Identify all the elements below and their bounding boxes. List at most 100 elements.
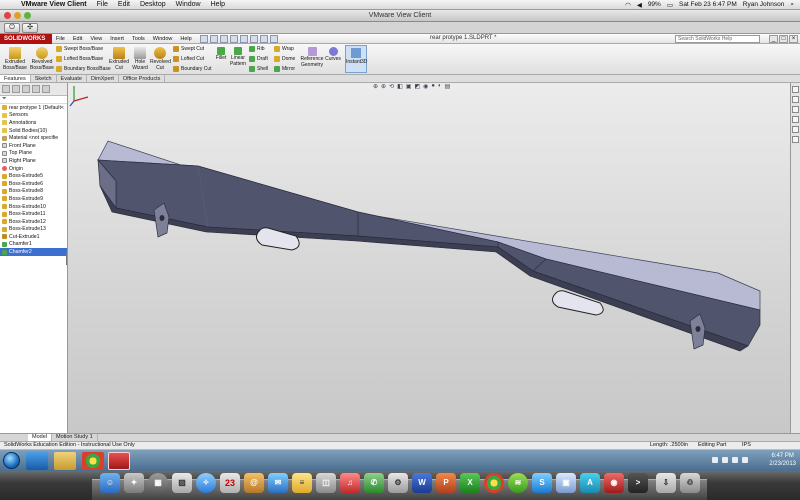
terminal-icon[interactable]: > (628, 473, 648, 493)
downloads-stack-icon[interactable]: ⇩ (656, 473, 676, 493)
tree-root[interactable]: rear protype 1 (Default< (0, 104, 67, 112)
tree-item[interactable]: Front Plane (0, 142, 67, 150)
calendar-icon[interactable]: 23 (220, 473, 240, 493)
revolved-boss-button[interactable]: Revolved Boss/Base (29, 47, 55, 71)
sw-restore-button[interactable]: □ (779, 35, 788, 43)
tree-item[interactable]: Boss-Extrude8 (0, 188, 67, 196)
tab-sketch[interactable]: Sketch (31, 75, 57, 82)
save-icon[interactable] (219, 34, 228, 43)
solidworks-logo[interactable]: SOLIDWORKS (0, 33, 52, 44)
mail-icon[interactable]: ✉ (268, 473, 288, 493)
configuration-manager-icon[interactable] (22, 85, 30, 93)
windows-clock[interactable]: 6:47 PM 2/23/2013 (769, 452, 796, 468)
windows-start-icon[interactable] (3, 452, 20, 469)
tree-item[interactable]: Annotations (0, 119, 67, 127)
options-icon[interactable] (269, 34, 278, 43)
tree-item[interactable]: Boss-Extrude6 (0, 180, 67, 188)
chrome-icon[interactable] (82, 452, 104, 470)
dome-button[interactable]: Dome (274, 56, 295, 62)
sw-close-button[interactable]: × (789, 35, 798, 43)
sw-menu-edit[interactable]: Edit (69, 36, 86, 42)
new-document-icon[interactable] (199, 34, 208, 43)
print-icon[interactable] (229, 34, 238, 43)
disconnect-button[interactable]: ⏻ (4, 23, 20, 33)
mac-menu-edit[interactable]: Edit (113, 1, 135, 8)
tree-item[interactable]: Cut-Extrude1 (0, 233, 67, 241)
tree-item[interactable]: Sensors (0, 112, 67, 120)
tree-item[interactable]: Solid Bodies(10) (0, 127, 67, 135)
photos-icon[interactable]: ◫ (316, 473, 336, 493)
lofted-boss-button[interactable]: Lofted Boss/Base (56, 56, 103, 62)
launchpad-icon[interactable]: ✦ (124, 473, 144, 493)
spotify-icon[interactable]: ≋ (508, 473, 528, 493)
feature-manager-icon[interactable] (2, 85, 10, 93)
tree-item[interactable]: Material <not specifie (0, 134, 67, 142)
file-explorer-taskbar-icon[interactable] (54, 452, 76, 470)
tree-item[interactable]: Top Plane (0, 150, 67, 158)
custom-properties-icon[interactable] (792, 136, 799, 143)
tree-filter-icon[interactable]: ⏷ (0, 96, 67, 104)
draft-button[interactable]: Draft (249, 56, 268, 62)
sw-resources-icon[interactable] (792, 86, 799, 93)
help-search-input[interactable]: Search SolidWorks Help (675, 35, 760, 43)
user-name[interactable]: Ryan Johnson (743, 1, 785, 8)
graphics-area[interactable]: ⊕ ⊕ ⟲ ◧ ▣ ◩ ◉ ● ◐ ▤ (68, 83, 790, 433)
tab-features[interactable]: Features (0, 75, 31, 82)
unit-system[interactable]: IPS (742, 442, 751, 449)
tab-dimxpert[interactable]: DimXpert (87, 75, 119, 82)
safari-icon[interactable]: ✧ (196, 473, 216, 493)
tree-item[interactable]: Boss-Extrude11 (0, 210, 67, 218)
wifi-icon[interactable]: ◠ (625, 1, 631, 9)
revolved-cut-button[interactable]: Revolved Cut (150, 47, 171, 71)
sw-menu-file[interactable]: File (52, 36, 69, 42)
boundary-cut-button[interactable]: Boundary Cut (173, 66, 212, 72)
undo-icon[interactable] (239, 34, 248, 43)
mission-control-icon[interactable]: ▦ (148, 473, 168, 493)
extruded-boss-button[interactable]: Extruded Boss/Base (2, 47, 28, 71)
facetime-icon[interactable]: ✆ (364, 473, 384, 493)
sw-menu-help[interactable]: Help (176, 36, 195, 42)
tree-item[interactable]: Right Plane (0, 157, 67, 165)
appearances-icon[interactable] (792, 126, 799, 133)
tab-evaluate[interactable]: Evaluate (57, 75, 87, 82)
app-store-icon[interactable]: A (580, 473, 600, 493)
rib-button[interactable]: Rib (249, 46, 265, 52)
itunes-icon[interactable]: ♫ (340, 473, 360, 493)
swept-boss-button[interactable]: Swept Boss/Base (56, 46, 103, 52)
word-icon[interactable]: W (412, 473, 432, 493)
boundary-boss-button[interactable]: Boundary Boss/Base (56, 66, 111, 72)
mac-menu-file[interactable]: File (92, 1, 113, 8)
clock[interactable]: Sat Feb 23 6:47 PM (679, 1, 737, 8)
instant3d-button[interactable]: Instant3D (345, 45, 367, 73)
mirror-button[interactable]: Mirror (274, 66, 295, 72)
volume-icon[interactable]: ◀ (637, 1, 642, 9)
select-icon[interactable] (249, 34, 258, 43)
open-document-icon[interactable] (209, 34, 218, 43)
design-library-icon[interactable] (792, 96, 799, 103)
messages-icon[interactable]: ◉ (604, 473, 624, 493)
sw-menu-tools[interactable]: Tools (128, 36, 149, 42)
view-palette-icon[interactable] (792, 116, 799, 123)
file-explorer-icon[interactable] (792, 106, 799, 113)
contacts-icon[interactable]: @ (244, 473, 264, 493)
tree-item[interactable]: Boss-Extrude10 (0, 203, 67, 211)
linear-pattern-button[interactable]: Linear Pattern (229, 47, 247, 67)
tray-flag-icon[interactable] (712, 457, 718, 463)
notes-icon[interactable]: ≡ (292, 473, 312, 493)
tree-item[interactable]: Boss-Extrude9 (0, 195, 67, 203)
property-manager-icon[interactable] (12, 85, 20, 93)
preview-icon[interactable]: ▨ (172, 473, 192, 493)
tree-item[interactable]: Boss-Extrude12 (0, 218, 67, 226)
tree-item[interactable]: Boss-Extrude5 (0, 172, 67, 180)
tree-item[interactable]: Origin (0, 165, 67, 173)
vmware-view-icon[interactable]: ▣ (556, 473, 576, 493)
mac-menu-help[interactable]: Help (206, 1, 230, 8)
tray-network-icon[interactable] (722, 457, 728, 463)
battery-status[interactable]: 99% (648, 1, 661, 8)
hole-wizard-button[interactable]: Hole Wizard (130, 47, 150, 71)
mac-menu-window[interactable]: Window (171, 1, 206, 8)
send-ctrl-alt-del-button[interactable]: ✣ (22, 23, 38, 33)
powerpoint-icon[interactable]: P (436, 473, 456, 493)
skype-icon[interactable]: S (532, 473, 552, 493)
tab-motion-study[interactable]: Motion Study 1 (52, 434, 98, 441)
